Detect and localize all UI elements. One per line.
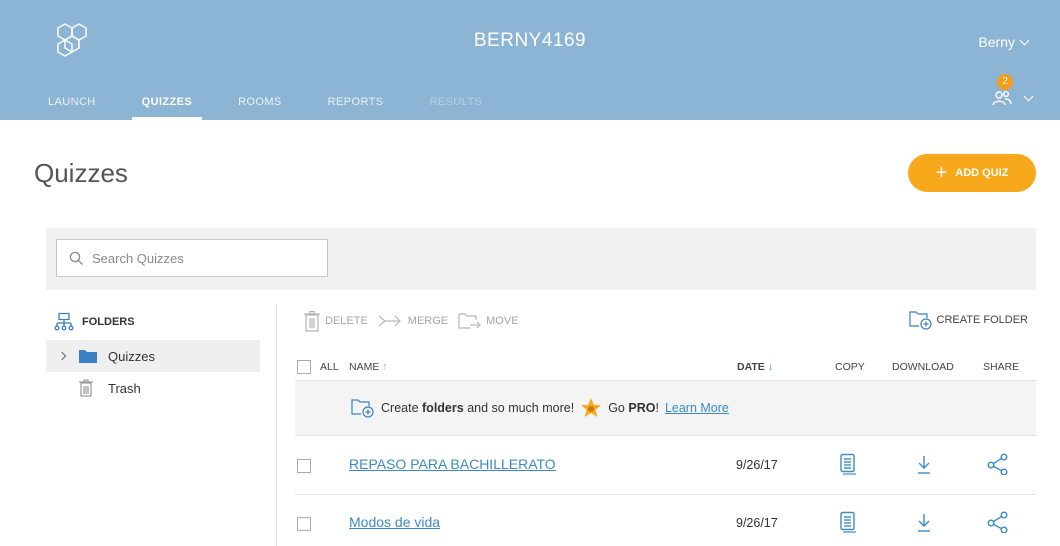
select-all-label: ALL: [320, 361, 339, 373]
list-toolbar: DELETE MERGE MOVE: [303, 310, 519, 332]
sidebar-item-trash[interactable]: Trash: [46, 372, 276, 404]
add-quiz-button[interactable]: + ADD QUIZ: [908, 154, 1036, 192]
main-nav: LAUNCH QUIZZES ROOMS REPORTS RESULTS: [48, 96, 528, 120]
search-icon: [69, 251, 83, 265]
download-icon[interactable]: [916, 453, 932, 478]
quiz-name-link[interactable]: Modos de vida: [349, 514, 440, 530]
page-title: Quizzes: [34, 158, 128, 188]
share-icon[interactable]: [987, 453, 1009, 478]
learn-more-link[interactable]: Learn More: [665, 401, 729, 415]
notifications-menu[interactable]: 2: [991, 74, 1034, 108]
name-column-header[interactable]: NAME ↑: [349, 361, 388, 373]
row-checkbox[interactable]: [297, 517, 311, 531]
sort-ascending-icon: ↑: [382, 361, 388, 373]
chevron-right-icon[interactable]: [46, 351, 78, 361]
trash-icon: [78, 379, 108, 397]
share-column-header: SHARE: [983, 361, 1020, 373]
chevron-down-icon: [1023, 91, 1034, 101]
download-icon[interactable]: [916, 511, 932, 536]
add-folder-icon: [908, 311, 932, 330]
add-quiz-label: ADD QUIZ: [955, 167, 1009, 179]
table-row: Modos de vida 9/26/17: [295, 495, 1036, 546]
user-menu[interactable]: Berny: [978, 34, 1030, 50]
download-column-header: DOWNLOAD: [892, 361, 954, 373]
sort-descending-icon: ↓: [767, 361, 773, 373]
copy-column-header: COPY: [835, 361, 865, 373]
folders-heading-label: FOLDERS: [82, 316, 135, 328]
promo-text: Create folders and so much more!: [381, 401, 575, 415]
merge-icon: [378, 315, 401, 327]
folder-icon: [78, 348, 108, 364]
user-name: Berny: [978, 34, 1015, 50]
quiz-date: 9/26/17: [736, 516, 778, 530]
tab-results: RESULTS: [429, 96, 483, 108]
users-icon: [992, 90, 1012, 106]
go-pro-text: Go PRO!: [608, 401, 659, 415]
notification-badge: 2: [997, 74, 1013, 90]
share-icon[interactable]: [987, 511, 1009, 536]
table-row: REPASO PARA BACHILLERATO 9/26/17: [295, 437, 1036, 495]
create-folder-button[interactable]: CREATE FOLDER: [908, 310, 1028, 330]
add-folder-icon: [351, 399, 374, 418]
sidebar-item-label: Trash: [108, 380, 141, 396]
sidebar-item-label: Quizzes: [108, 348, 155, 364]
merge-label: MERGE: [407, 315, 449, 327]
pro-promo-banner: Create folders and so much more! Go PRO!…: [295, 380, 1036, 436]
move-folder-icon: [458, 313, 481, 329]
star-icon: [581, 398, 602, 417]
room-name: BERNY4169: [473, 30, 587, 51]
delete-label: DELETE: [325, 315, 368, 327]
plus-icon: +: [935, 162, 948, 184]
tab-quizzes[interactable]: QUIZZES: [131, 96, 203, 120]
tab-reports[interactable]: REPORTS: [328, 96, 384, 120]
tab-launch[interactable]: LAUNCH: [48, 96, 96, 120]
folders-sidebar: FOLDERS Quizzes Trash: [46, 304, 276, 404]
sidebar-divider: [276, 304, 277, 546]
list-header: ALL NAME ↑ DATE ↓ COPY DOWNLOAD SHARE: [295, 354, 1036, 380]
date-column-header[interactable]: DATE ↓: [737, 361, 773, 373]
move-label: MOVE: [486, 315, 519, 327]
search-bar-area: [46, 228, 1036, 290]
folder-tree-icon: [54, 312, 74, 331]
search-box[interactable]: [56, 239, 328, 277]
merge-button[interactable]: MERGE: [378, 314, 448, 328]
select-all-checkbox[interactable]: [297, 360, 311, 374]
trash-icon: [304, 310, 320, 332]
quiz-name-link[interactable]: REPASO PARA BACHILLERATO: [349, 456, 556, 472]
quiz-date: 9/26/17: [736, 458, 778, 472]
tab-rooms[interactable]: ROOMS: [238, 96, 282, 120]
row-checkbox[interactable]: [297, 459, 311, 473]
folders-heading: FOLDERS: [46, 304, 276, 340]
sidebar-item-quizzes[interactable]: Quizzes: [46, 340, 260, 372]
search-input[interactable]: [92, 250, 312, 266]
delete-button[interactable]: DELETE: [303, 310, 368, 332]
copy-icon[interactable]: [839, 453, 857, 478]
move-button[interactable]: MOVE: [458, 312, 519, 330]
create-folder-label: CREATE FOLDER: [936, 314, 1028, 326]
copy-icon[interactable]: [839, 511, 857, 536]
top-header: BERNY4169 Berny LAUNCH QUIZZES ROOMS REP…: [0, 0, 1060, 120]
chevron-down-icon: [1019, 35, 1030, 45]
